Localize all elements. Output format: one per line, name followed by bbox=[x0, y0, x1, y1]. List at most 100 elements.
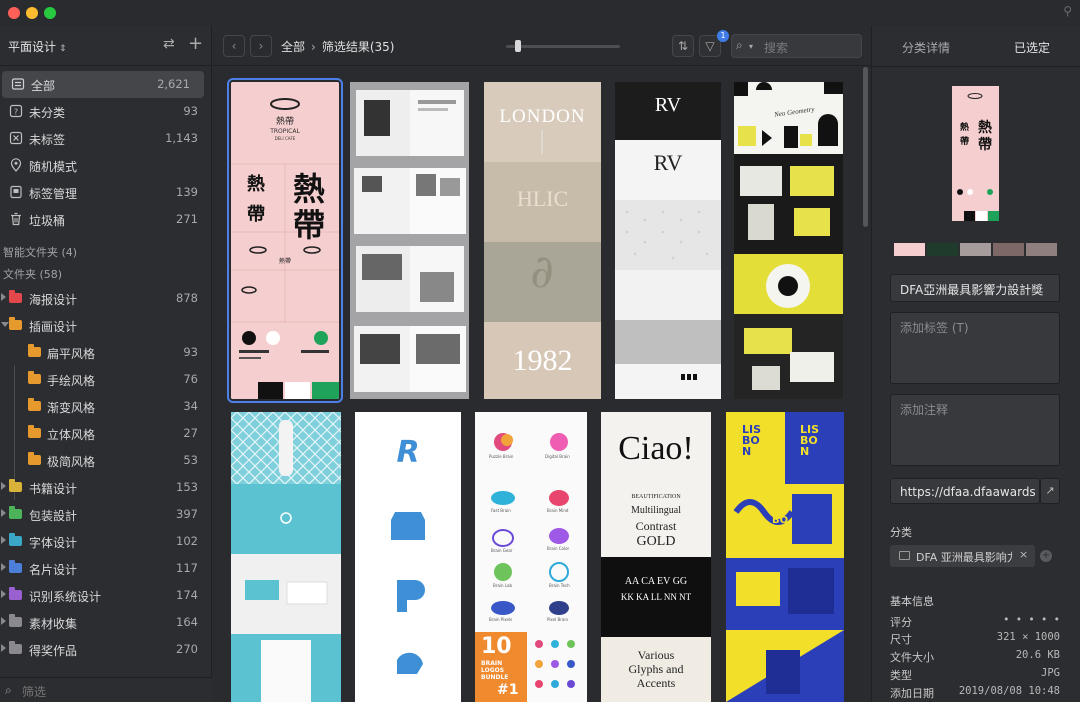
item-name-field[interactable]: DFA亞洲最具影響力設計獎 bbox=[890, 274, 1060, 302]
card-text: RV bbox=[653, 150, 683, 175]
card-text: Ciao! bbox=[618, 430, 694, 467]
window-maximize-button[interactable] bbox=[44, 7, 56, 19]
image-card[interactable] bbox=[350, 82, 469, 399]
folder-hand-drawn-style[interactable]: 手绘风格 76 bbox=[0, 366, 212, 393]
color-swatch[interactable] bbox=[894, 243, 925, 256]
expand-arrow-icon[interactable] bbox=[1, 293, 6, 301]
open-link-button[interactable]: ↗ bbox=[1040, 478, 1060, 504]
folder-icon bbox=[9, 506, 22, 519]
color-swatch[interactable] bbox=[1026, 243, 1057, 256]
card-text: 10 bbox=[481, 634, 512, 659]
image-card[interactable]: Ciao! BEAUTIFICATION Multilingual Contra… bbox=[601, 412, 711, 702]
folder-count: 93 bbox=[183, 345, 198, 359]
zoom-slider-handle[interactable] bbox=[514, 40, 521, 52]
svg-text:熱: 熱 bbox=[960, 121, 969, 133]
forward-button[interactable]: › bbox=[250, 35, 272, 57]
sidebar-item-tag-manager[interactable]: 标签管理 139 bbox=[0, 179, 212, 206]
folder-count: 164 bbox=[176, 615, 198, 629]
image-card[interactable]: ∂ LONDON HLIC 1982 bbox=[484, 82, 601, 399]
back-button[interactable]: ‹ bbox=[223, 35, 245, 57]
expand-arrow-icon[interactable] bbox=[1, 482, 6, 490]
url-field[interactable]: https://dfaa.dfaawards bbox=[890, 478, 1040, 504]
card-text: AA CA EV GG bbox=[624, 576, 688, 587]
svg-text:帶: 帶 bbox=[978, 137, 992, 153]
color-swatch[interactable] bbox=[993, 243, 1024, 256]
folder-flat-style[interactable]: 扁平风格 93 bbox=[0, 339, 212, 366]
image-card[interactable]: 熱帶 TROPICAL DELI CAFE 熱 帶 熱 帶 熱帶 bbox=[227, 78, 343, 403]
info-value: 2019/08/08 10:48 bbox=[958, 685, 1060, 697]
info-value: 321 × 1000 bbox=[996, 631, 1060, 643]
notes-field[interactable]: 添加注释 bbox=[890, 394, 1060, 466]
chevron-down-icon[interactable]: ▾ bbox=[749, 42, 753, 51]
rating-stars[interactable]: • • • • • bbox=[1003, 614, 1060, 626]
expand-arrow-icon[interactable] bbox=[1, 509, 6, 517]
sidebar-item-all[interactable]: 全部 2,621 bbox=[2, 71, 204, 98]
folder-minimal-style[interactable]: 极简风格 53 bbox=[0, 447, 212, 474]
card-text: LONDON bbox=[499, 106, 586, 127]
folder-award-works[interactable]: 得奖作品 270 bbox=[0, 636, 212, 663]
folder-packaging-design[interactable]: 包装設計 397 bbox=[0, 501, 212, 528]
image-card[interactable]: Puzzle Brain Digital Brain Fast Brain Br… bbox=[475, 412, 587, 702]
expand-arrow-icon[interactable] bbox=[1, 536, 6, 544]
pin-icon[interactable]: ⚲ bbox=[1063, 4, 1072, 18]
expand-arrow-icon[interactable] bbox=[1, 563, 6, 571]
expand-arrow-icon[interactable] bbox=[1, 617, 6, 625]
folders-section-label[interactable]: 文件夹 (58) bbox=[3, 266, 62, 282]
sidebar-item-trash[interactable]: 垃圾桶 271 bbox=[0, 206, 212, 233]
color-swatch[interactable] bbox=[927, 243, 958, 256]
info-row-file-size: 文件大小 20.6 KB bbox=[890, 649, 1060, 666]
sort-button[interactable]: ⇅ bbox=[672, 35, 694, 57]
category-chip[interactable]: DFA 亚洲最具影响力 × bbox=[890, 545, 1035, 567]
folder-icon bbox=[9, 614, 22, 627]
preview-thumbnail[interactable]: 熱 帶 熱 帶 bbox=[952, 86, 999, 221]
folder-3d-style[interactable]: 立体风格 27 bbox=[0, 420, 212, 447]
expand-arrow-icon[interactable] bbox=[1, 644, 6, 652]
tab-category-details[interactable]: 分类详情 bbox=[902, 39, 950, 56]
folder-gradient-style[interactable]: 渐变风格 34 bbox=[0, 393, 212, 420]
card-text: Multilingual bbox=[631, 505, 681, 516]
add-icon[interactable]: + bbox=[188, 33, 203, 54]
image-card[interactable] bbox=[231, 412, 341, 702]
card-text: Puzzle Brain bbox=[489, 454, 514, 459]
filter-count-badge: 1 bbox=[717, 30, 729, 42]
breadcrumb-root[interactable]: 全部 bbox=[281, 40, 305, 54]
library-switcher[interactable]: 平面设计 ⇕ bbox=[8, 38, 67, 55]
swap-icon[interactable]: ⇄ bbox=[163, 36, 175, 52]
tags-field[interactable]: 添加标签 (T) bbox=[890, 312, 1060, 384]
sidebar-item-random-mode[interactable]: 随机模式 bbox=[0, 152, 212, 179]
image-card[interactable]: RV RV bbox=[615, 82, 721, 399]
sidebar-item-untagged[interactable]: 未标签 1,143 bbox=[0, 125, 212, 152]
folder-icon bbox=[28, 371, 41, 384]
sidebar-item-uncategorized[interactable]: ? 未分类 93 bbox=[0, 98, 212, 125]
folder-label: 海报设计 bbox=[29, 293, 78, 307]
image-card[interactable]: LIS BO N LIS BO N LIS BO N bbox=[726, 412, 844, 702]
folder-font-design[interactable]: 字体设计 102 bbox=[0, 528, 212, 555]
sidebar-item-count: 93 bbox=[183, 104, 198, 118]
image-card[interactable]: Neo Geometry bbox=[734, 82, 843, 399]
search-input[interactable]: ⌕ ▾ 搜索 bbox=[731, 34, 862, 58]
funnel-icon: ▽ bbox=[705, 39, 715, 53]
remove-category-button[interactable]: × bbox=[1019, 548, 1028, 561]
folder-identity-system-design[interactable]: 识别系统设计 174 bbox=[0, 582, 212, 609]
sidebar-filter-bar[interactable]: ⌕ 筛选 bbox=[0, 677, 212, 702]
image-card[interactable]: R bbox=[355, 412, 461, 702]
smart-folders-section-label[interactable]: 智能文件夹 (4) bbox=[3, 244, 77, 260]
folder-business-card-design[interactable]: 名片设计 117 bbox=[0, 555, 212, 582]
card-text: LIS BO N bbox=[800, 423, 820, 458]
zoom-slider-track[interactable] bbox=[506, 45, 620, 48]
color-swatch[interactable] bbox=[960, 243, 991, 256]
add-category-button[interactable]: + bbox=[1040, 550, 1052, 562]
folder-poster-design[interactable]: 海报设计 878 bbox=[0, 285, 212, 312]
folder-book-design[interactable]: 书籍设计 153 bbox=[0, 474, 212, 501]
search-icon: ⌕ bbox=[736, 38, 743, 52]
folder-count: 34 bbox=[183, 399, 198, 413]
expand-arrow-icon[interactable] bbox=[1, 590, 6, 598]
grid-scrollbar[interactable] bbox=[863, 67, 868, 227]
toolbar: ‹ › 全部 › 筛选结果(35) ⇅ ▽ 1 ⌕ ▾ 搜索 bbox=[213, 26, 871, 66]
window-minimize-button[interactable] bbox=[26, 7, 38, 19]
window-close-button[interactable] bbox=[8, 7, 20, 19]
tab-selected[interactable]: 已选定 bbox=[1014, 39, 1050, 56]
collapse-arrow-icon[interactable] bbox=[1, 322, 9, 327]
folder-illustration-design[interactable]: 插画设计 bbox=[0, 312, 212, 339]
folder-material-collection[interactable]: 素材收集 164 bbox=[0, 609, 212, 636]
